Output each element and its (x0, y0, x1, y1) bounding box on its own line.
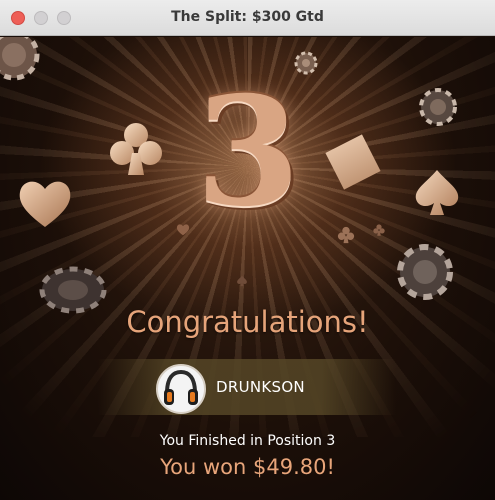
winnings-text: You won $49.80! (160, 455, 335, 479)
club-icon (373, 224, 385, 236)
result-window: The Split: $300 Gtd 3 Congratulations! D… (0, 0, 495, 500)
finish-position-number: 3 (195, 64, 301, 240)
title-bar: The Split: $300 Gtd (0, 0, 495, 36)
celebration-scene: 3 Congratulations! DRUNKSON You Finished… (0, 37, 495, 500)
spade-icon (415, 170, 459, 215)
spade-icon (237, 275, 247, 287)
poker-chip-icon (419, 88, 457, 126)
poker-chip-icon (0, 37, 40, 81)
heart-icon (19, 181, 71, 227)
club-icon (337, 226, 355, 244)
player-avatar (156, 364, 206, 414)
window-title: The Split: $300 Gtd (171, 9, 324, 25)
headphones-avatar-icon (164, 369, 198, 405)
player-name: DRUNKSON (216, 378, 305, 396)
finish-position-text: You Finished in Position 3 (159, 433, 336, 449)
poker-chip-icon (397, 244, 453, 300)
congratulations-heading: Congratulations! (126, 305, 369, 339)
